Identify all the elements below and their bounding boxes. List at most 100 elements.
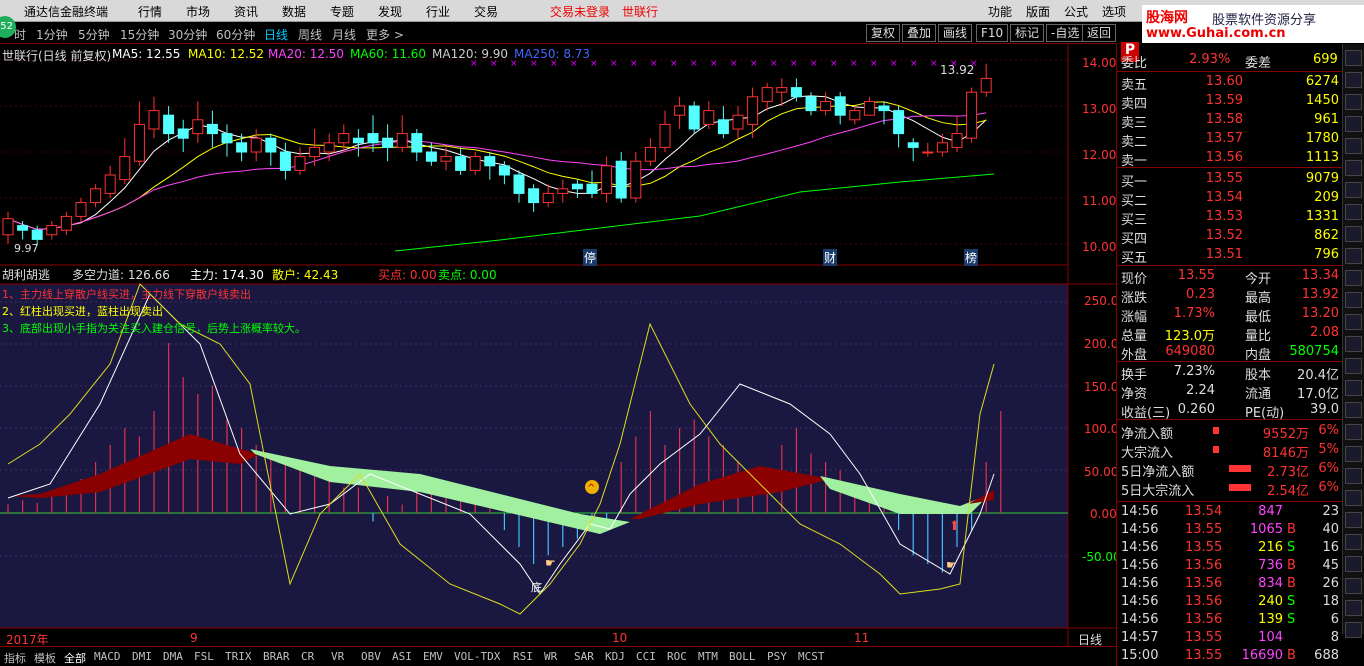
indicator-tab-sar[interactable]: SAR bbox=[574, 650, 594, 663]
side-tool-icon[interactable] bbox=[1345, 556, 1362, 572]
side-tool-icon[interactable] bbox=[1345, 270, 1362, 286]
side-tool-icon[interactable] bbox=[1345, 182, 1362, 198]
side-tool-icon[interactable] bbox=[1345, 292, 1362, 308]
side-tool-icon[interactable] bbox=[1345, 600, 1362, 616]
indicator-tab-wr[interactable]: WR bbox=[544, 650, 557, 663]
indicator-tab-dmi[interactable]: DMI bbox=[132, 650, 152, 663]
side-tool-icon[interactable] bbox=[1345, 512, 1362, 528]
menu-news[interactable]: 资讯 bbox=[234, 3, 258, 20]
indicator-tab--[interactable]: 全部 bbox=[64, 650, 86, 666]
menu-options[interactable]: 选项 bbox=[1102, 3, 1126, 20]
menu-industry[interactable]: 行业 bbox=[426, 3, 450, 20]
suspension-marker[interactable]: 停 bbox=[583, 249, 598, 266]
indicator-tab-asi[interactable]: ASI bbox=[392, 650, 412, 663]
side-tool-icon[interactable] bbox=[1345, 116, 1362, 132]
chart-canvas[interactable]: × × × × × × × × × × × × × × × × × × × × × × × × × × ^☛ ☛⬆ bbox=[0, 44, 1116, 646]
indicator-tab-roc[interactable]: ROC bbox=[667, 650, 687, 663]
indicator-tab-boll[interactable]: BOLL bbox=[729, 650, 756, 663]
tick-price: 13.56 bbox=[1185, 576, 1223, 591]
indicator-tab-mcst[interactable]: MCST bbox=[798, 650, 825, 663]
side-tool-icon[interactable] bbox=[1345, 248, 1362, 264]
candle-body bbox=[338, 133, 350, 144]
candle-body bbox=[2, 218, 14, 236]
side-tool-icon[interactable] bbox=[1345, 380, 1362, 396]
candle-body bbox=[863, 100, 875, 116]
indicator-tab--[interactable]: 模板 bbox=[34, 650, 56, 666]
flow-value: 9552万 bbox=[1262, 427, 1309, 442]
indicator-tab-brar[interactable]: BRAR bbox=[263, 650, 290, 663]
side-tool-icon[interactable] bbox=[1345, 424, 1362, 440]
mark-button[interactable]: 标记 bbox=[1010, 24, 1045, 42]
menu-market[interactable]: 市场 bbox=[186, 3, 210, 20]
indicator-tab-emv[interactable]: EMV bbox=[423, 650, 443, 663]
side-tool-icon[interactable] bbox=[1345, 226, 1362, 242]
tick-time: 14:56 bbox=[1121, 594, 1159, 609]
indicator-tab-rsi[interactable]: RSI bbox=[513, 650, 533, 663]
side-tool-icon[interactable] bbox=[1345, 402, 1362, 418]
side-tool-icon[interactable] bbox=[1345, 468, 1362, 484]
indicator-tab-cr[interactable]: CR bbox=[301, 650, 314, 663]
draw-line-button[interactable]: 画线 bbox=[938, 24, 973, 42]
indicator-tab-cci[interactable]: CCI bbox=[636, 650, 656, 663]
financial-report-marker[interactable]: 财 bbox=[823, 249, 838, 266]
candle-body bbox=[849, 110, 861, 121]
indicator-tab-dma[interactable]: DMA bbox=[163, 650, 183, 663]
menu-trade[interactable]: 交易 bbox=[474, 3, 498, 20]
menu-topics[interactable]: 专题 bbox=[330, 3, 354, 20]
indicator-tab-psy[interactable]: PSY bbox=[767, 650, 787, 663]
indicator-tab-fsl[interactable]: FSL bbox=[194, 650, 214, 663]
side-tool-icon[interactable] bbox=[1345, 446, 1362, 462]
menu-discover[interactable]: 发现 bbox=[378, 3, 402, 20]
side-tool-icon[interactable] bbox=[1345, 314, 1362, 330]
ask-level-label: 卖五 bbox=[1121, 78, 1148, 93]
period-more[interactable]: 更多 > bbox=[366, 26, 404, 43]
indicator-tab-kdj[interactable]: KDJ bbox=[605, 650, 625, 663]
ask-level-label: 卖四 bbox=[1121, 97, 1148, 112]
side-tool-icon[interactable] bbox=[1345, 622, 1362, 638]
period-60min[interactable]: 60分钟 bbox=[216, 26, 255, 43]
indicator-tab-trix[interactable]: TRIX bbox=[225, 650, 252, 663]
side-tool-icon[interactable] bbox=[1345, 138, 1362, 154]
period-30min[interactable]: 30分钟 bbox=[168, 26, 207, 43]
indicator-tab-mtm[interactable]: MTM bbox=[698, 650, 718, 663]
indicator-tab-obv[interactable]: OBV bbox=[361, 650, 381, 663]
period-1min[interactable]: 1分钟 bbox=[36, 26, 68, 43]
period-daily[interactable]: 日线 bbox=[264, 26, 288, 43]
hand-pointer-icon: ☛ bbox=[946, 558, 957, 572]
indicator-tab-vol-tdx[interactable]: VOL-TDX bbox=[454, 650, 500, 663]
f10-button[interactable]: F10 bbox=[976, 24, 1009, 42]
overlay-button[interactable]: 叠加 bbox=[902, 24, 937, 42]
period-5min[interactable]: 5分钟 bbox=[78, 26, 110, 43]
period-monthly[interactable]: 月线 bbox=[332, 26, 356, 43]
side-tool-icon[interactable] bbox=[1345, 336, 1362, 352]
side-tool-icon[interactable] bbox=[1345, 160, 1362, 176]
side-tool-icon[interactable] bbox=[1345, 94, 1362, 110]
tick-volume: 736 bbox=[1258, 558, 1283, 573]
menu-quotes[interactable]: 行情 bbox=[138, 3, 162, 20]
side-tool-icon[interactable] bbox=[1345, 490, 1362, 506]
side-tool-icon[interactable] bbox=[1345, 534, 1362, 550]
adjust-button[interactable]: 复权 bbox=[866, 24, 901, 42]
period-weekly[interactable]: 周线 bbox=[298, 26, 322, 43]
tick-direction: S bbox=[1287, 612, 1296, 627]
tick-price: 13.55 bbox=[1185, 648, 1223, 663]
side-tool-icon[interactable] bbox=[1345, 358, 1362, 374]
menu-data[interactable]: 数据 bbox=[282, 3, 306, 20]
fundamental-row: 换手 7.23% 股本 20.4亿 bbox=[1117, 363, 1343, 383]
indicator-tab-macd[interactable]: MACD bbox=[94, 650, 121, 663]
indicator-tab--[interactable]: 指标 bbox=[4, 650, 26, 666]
side-tool-icon[interactable] bbox=[1345, 204, 1362, 220]
side-tool-icon[interactable] bbox=[1345, 578, 1362, 594]
trade-login-status[interactable]: 交易未登录 bbox=[550, 3, 610, 20]
ranking-marker[interactable]: 榜 bbox=[964, 249, 979, 266]
menu-formula[interactable]: 公式 bbox=[1064, 3, 1088, 20]
period-15min[interactable]: 15分钟 bbox=[120, 26, 159, 43]
menu-layout[interactable]: 版面 bbox=[1026, 3, 1050, 20]
indicator-tab-vr[interactable]: VR bbox=[331, 650, 344, 663]
menu-functions[interactable]: 功能 bbox=[988, 3, 1012, 20]
side-tool-icon[interactable] bbox=[1345, 50, 1362, 66]
watchlist-remove-button[interactable]: -自选 bbox=[1046, 24, 1085, 42]
side-tool-icon[interactable] bbox=[1345, 72, 1362, 88]
back-button[interactable]: 返回 bbox=[1082, 24, 1117, 42]
candle-body bbox=[294, 156, 306, 171]
